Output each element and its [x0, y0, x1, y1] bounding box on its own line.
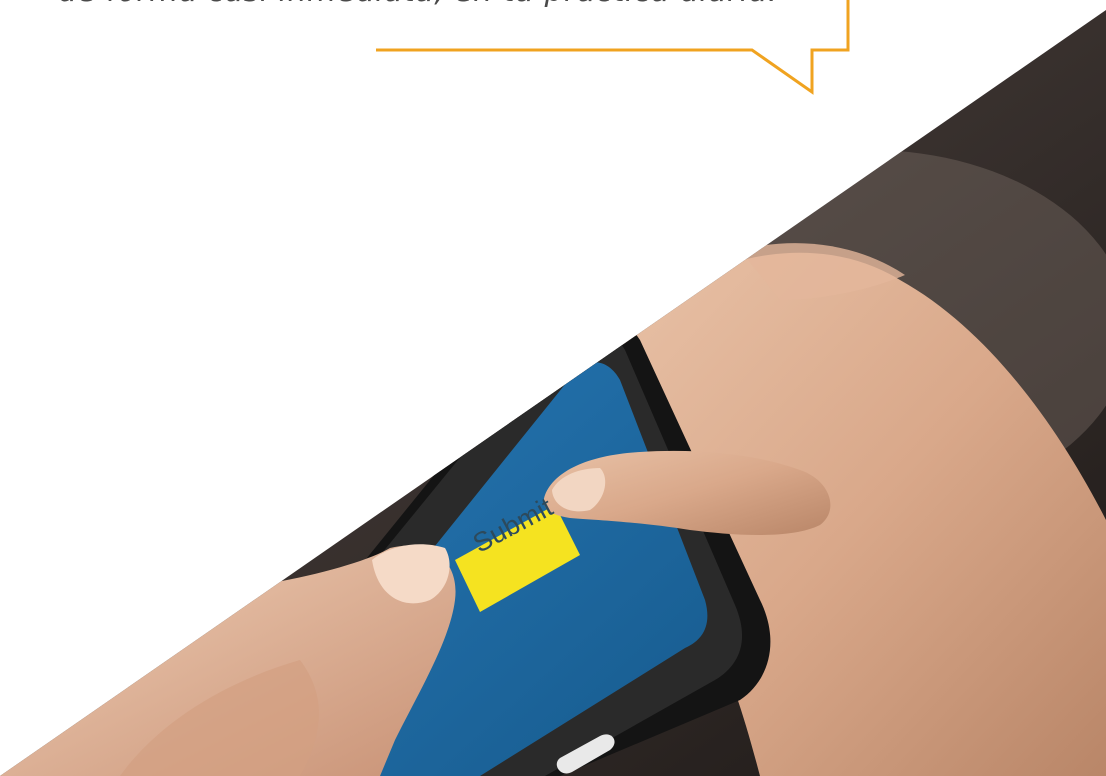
quote-text: de forma casi inmediata, en tu práctica … [58, 0, 778, 9]
promo-page: Submit de forma casi inmediata, en tu pr… [0, 0, 1106, 776]
speech-bubble-frame [376, 0, 850, 95]
